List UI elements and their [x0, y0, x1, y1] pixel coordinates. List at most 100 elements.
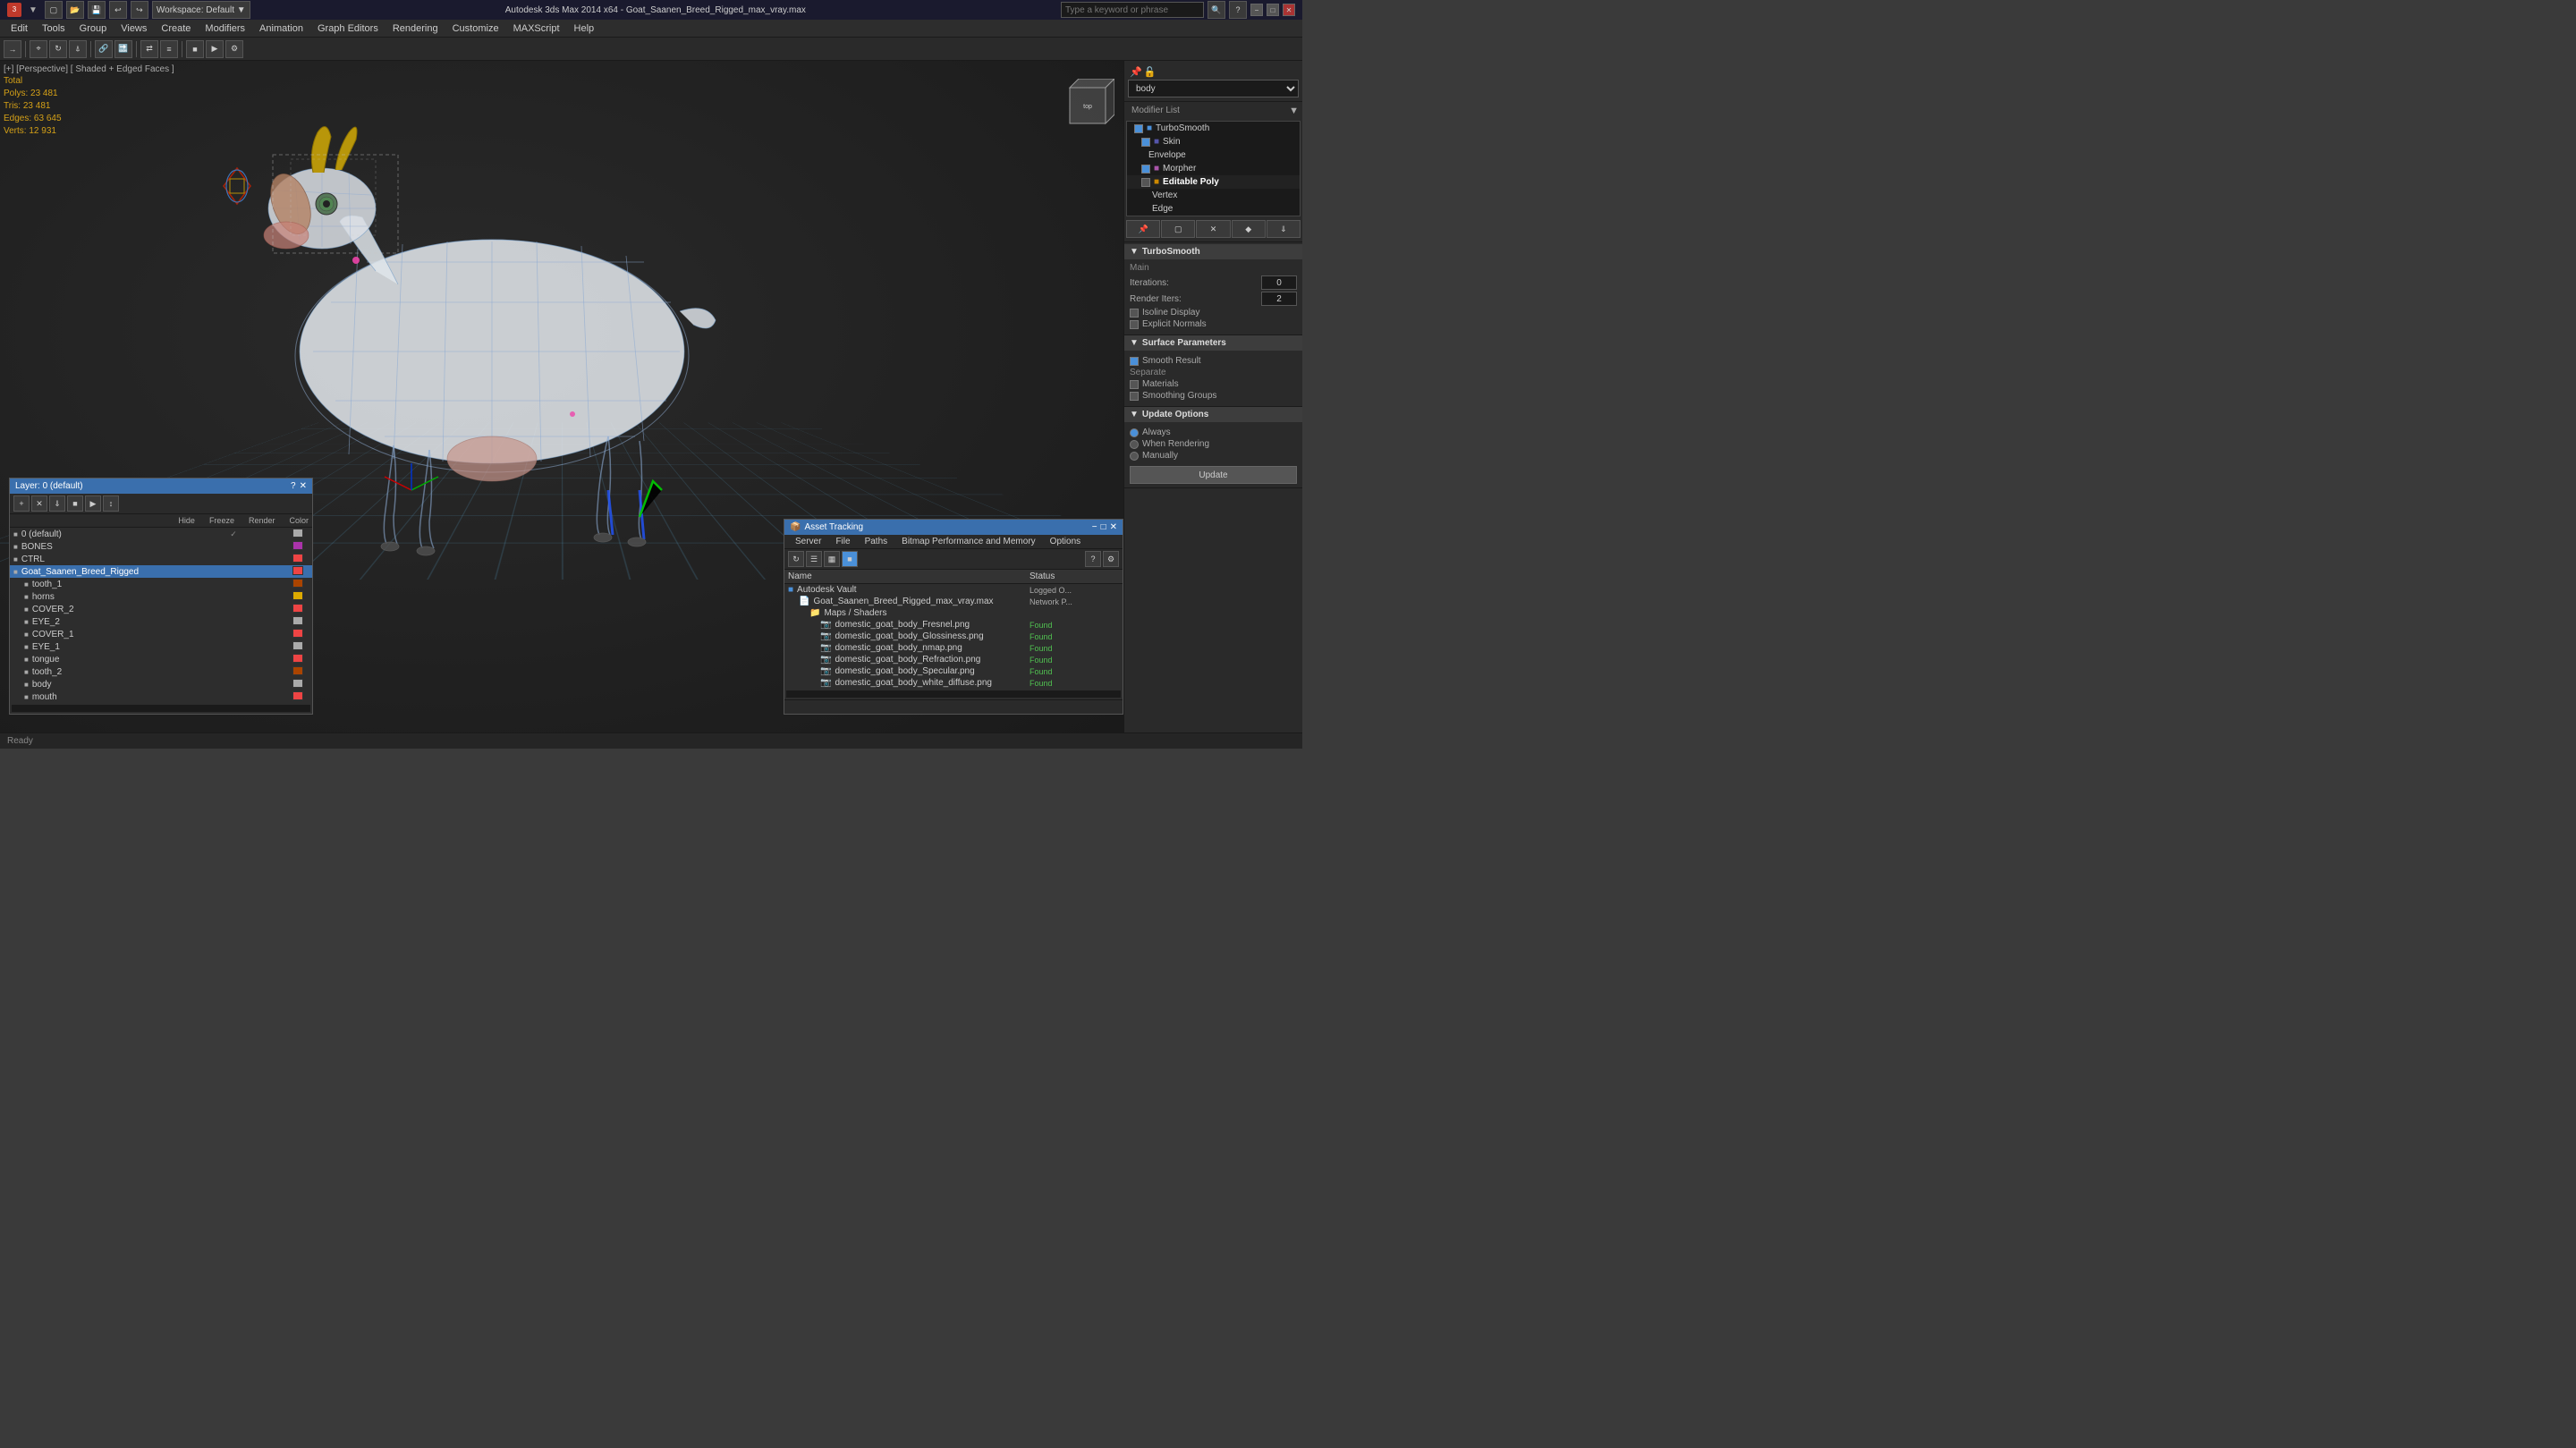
redo-btn[interactable]: ↪ [131, 1, 148, 19]
make-unique-btn[interactable]: ◆ [1232, 220, 1266, 238]
asset-row[interactable]: 📷 domestic_goat_body_Glossiness.png Foun… [784, 631, 1123, 642]
menu-animation[interactable]: Animation [252, 20, 310, 38]
minimize-btn[interactable]: − [1250, 4, 1263, 16]
layer-color-swatch[interactable] [292, 604, 303, 613]
layer-row[interactable]: ■ horns [10, 590, 312, 603]
render-iters-input[interactable] [1261, 292, 1297, 306]
layers-scrollbar-h[interactable] [12, 705, 310, 712]
align-btn[interactable]: ≡ [160, 40, 178, 58]
materials-checkbox[interactable] [1130, 380, 1139, 389]
undo-btn[interactable]: ↩ [109, 1, 127, 19]
menu-rendering[interactable]: Rendering [386, 20, 445, 38]
turbosm-checkbox[interactable] [1134, 124, 1143, 133]
asset-row[interactable]: 📷 domestic_goat_body_white_diffuse.png F… [784, 677, 1123, 689]
asset-settings-btn[interactable]: ⚙ [1103, 551, 1119, 567]
modifier-editable-poly[interactable]: ■ Editable Poly [1127, 175, 1300, 189]
maximize-btn[interactable]: □ [1267, 4, 1279, 16]
highlight-layer-btn[interactable]: ▶ [85, 495, 101, 512]
render-btn[interactable]: ▶ [206, 40, 224, 58]
layer-color-swatch[interactable] [292, 591, 303, 600]
smoothing-groups-checkbox[interactable] [1130, 392, 1139, 401]
menu-edit[interactable]: Edit [4, 20, 35, 38]
asset-row[interactable]: 📷 domestic_goat_body_Refraction.png Foun… [784, 654, 1123, 665]
save-btn[interactable]: 💾 [88, 1, 106, 19]
layer-color-swatch[interactable] [292, 666, 303, 675]
layer-color-swatch[interactable] [292, 654, 303, 663]
asset-menu-options[interactable]: Options [1043, 535, 1088, 548]
new-layer-btn[interactable]: + [13, 495, 30, 512]
menu-help[interactable]: Help [567, 20, 602, 38]
update-options-header[interactable]: ▼ Update Options [1124, 407, 1302, 422]
asset-detail-btn[interactable]: ■ [842, 551, 858, 567]
material-editor-btn[interactable]: ■ [186, 40, 204, 58]
pin-stack-btn[interactable]: 📌 [1126, 220, 1160, 238]
show-result-btn[interactable]: ▢ [1161, 220, 1195, 238]
iterations-input[interactable] [1261, 275, 1297, 290]
collapse-btn[interactable]: ⇓ [1267, 220, 1301, 238]
select-btn[interactable]: → [4, 40, 21, 58]
when-rendering-radio[interactable] [1130, 440, 1139, 449]
menu-create[interactable]: Create [154, 20, 198, 38]
new-btn[interactable]: ▢ [45, 1, 63, 19]
layers-close-btn[interactable]: ✕ [300, 481, 307, 491]
asset-row[interactable]: 📄 Goat_Saanen_Breed_Rigged_max_vray.max … [784, 596, 1123, 607]
layer-row[interactable]: ■ COVER_2 [10, 603, 312, 615]
modifier-skin[interactable]: ■ Skin [1127, 135, 1300, 148]
asset-close-btn[interactable]: ✕ [1110, 522, 1117, 532]
modifier-morpher[interactable]: ■ Morpher [1127, 162, 1300, 175]
asset-maximize-btn[interactable]: □ [1101, 522, 1106, 532]
search-icon[interactable]: 🔍 [1208, 1, 1225, 19]
layer-row[interactable]: ■ body [10, 678, 312, 690]
select-objects-btn[interactable]: ■ [67, 495, 83, 512]
layer-row[interactable]: ■ mouth [10, 690, 312, 703]
menu-maxscript[interactable]: MAXScript [506, 20, 567, 38]
asset-grid-btn[interactable]: ▦ [824, 551, 840, 567]
unlink-btn[interactable]: 🔜 [114, 40, 132, 58]
search-input[interactable] [1061, 2, 1204, 18]
update-button[interactable]: Update [1130, 466, 1297, 484]
modifier-vertex[interactable]: Vertex [1127, 189, 1300, 202]
manually-radio[interactable] [1130, 452, 1139, 461]
help-icon[interactable]: ? [1229, 1, 1247, 19]
viewport-3d[interactable]: [+] [Perspective] [ Shaded + Edged Faces… [0, 61, 1123, 732]
isoline-checkbox[interactable] [1130, 309, 1139, 318]
delete-layer-btn[interactable]: ✕ [31, 495, 47, 512]
layer-row[interactable]: ■ tooth_2 [10, 665, 312, 678]
remove-mod-btn[interactable]: ✕ [1196, 220, 1230, 238]
asset-menu-server[interactable]: Server [788, 535, 828, 548]
layer-color-swatch[interactable] [292, 679, 303, 688]
asset-row[interactable]: 📷 domestic_goat_body_Fresnel.png Found [784, 619, 1123, 631]
explicit-normals-checkbox[interactable] [1130, 320, 1139, 329]
rotate-btn[interactable]: ↻ [49, 40, 67, 58]
layer-row[interactable]: ■ EYE_2 [10, 615, 312, 628]
mirror-btn[interactable]: ⇄ [140, 40, 158, 58]
asset-scrollbar[interactable] [786, 690, 1121, 698]
menu-file-btn[interactable]: ▼ [25, 5, 41, 15]
layer-row[interactable]: ■ COVER_1 [10, 628, 312, 640]
layer-row[interactable]: ■ EYE_1 [10, 640, 312, 653]
morpher-checkbox[interactable] [1141, 165, 1150, 174]
modifier-envelope[interactable]: Envelope [1127, 148, 1300, 162]
menu-views[interactable]: Views [114, 20, 154, 38]
menu-modifiers[interactable]: Modifiers [198, 20, 252, 38]
layer-color-swatch[interactable] [292, 629, 303, 638]
layer-color-swatch[interactable] [292, 566, 303, 575]
layer-color-swatch[interactable] [292, 554, 303, 563]
layer-color-swatch[interactable] [292, 691, 303, 700]
modifier-list-dropdown-icon[interactable]: ▼ [1289, 106, 1299, 116]
open-btn[interactable]: 📂 [66, 1, 84, 19]
surface-params-header[interactable]: ▼ Surface Parameters [1124, 335, 1302, 351]
menu-tools[interactable]: Tools [35, 20, 72, 38]
layers-help-btn[interactable]: ? [291, 481, 296, 491]
layer-color-swatch[interactable] [292, 641, 303, 650]
render-settings-btn[interactable]: ⚙ [225, 40, 243, 58]
editpoly-checkbox[interactable] [1141, 178, 1150, 187]
menu-group[interactable]: Group [72, 20, 114, 38]
layer-row[interactable]: ■ BONES [10, 540, 312, 553]
asset-row[interactable]: 📁 Maps / Shaders [784, 607, 1123, 619]
asset-row[interactable]: 📷 domestic_goat_body_Specular.png Found [784, 665, 1123, 677]
layer-color-swatch[interactable] [292, 579, 303, 588]
asset-help-btn[interactable]: ? [1085, 551, 1101, 567]
asset-row[interactable]: ■ Autodesk Vault Logged O... [784, 584, 1123, 596]
scale-btn[interactable]: ⍋ [69, 40, 87, 58]
